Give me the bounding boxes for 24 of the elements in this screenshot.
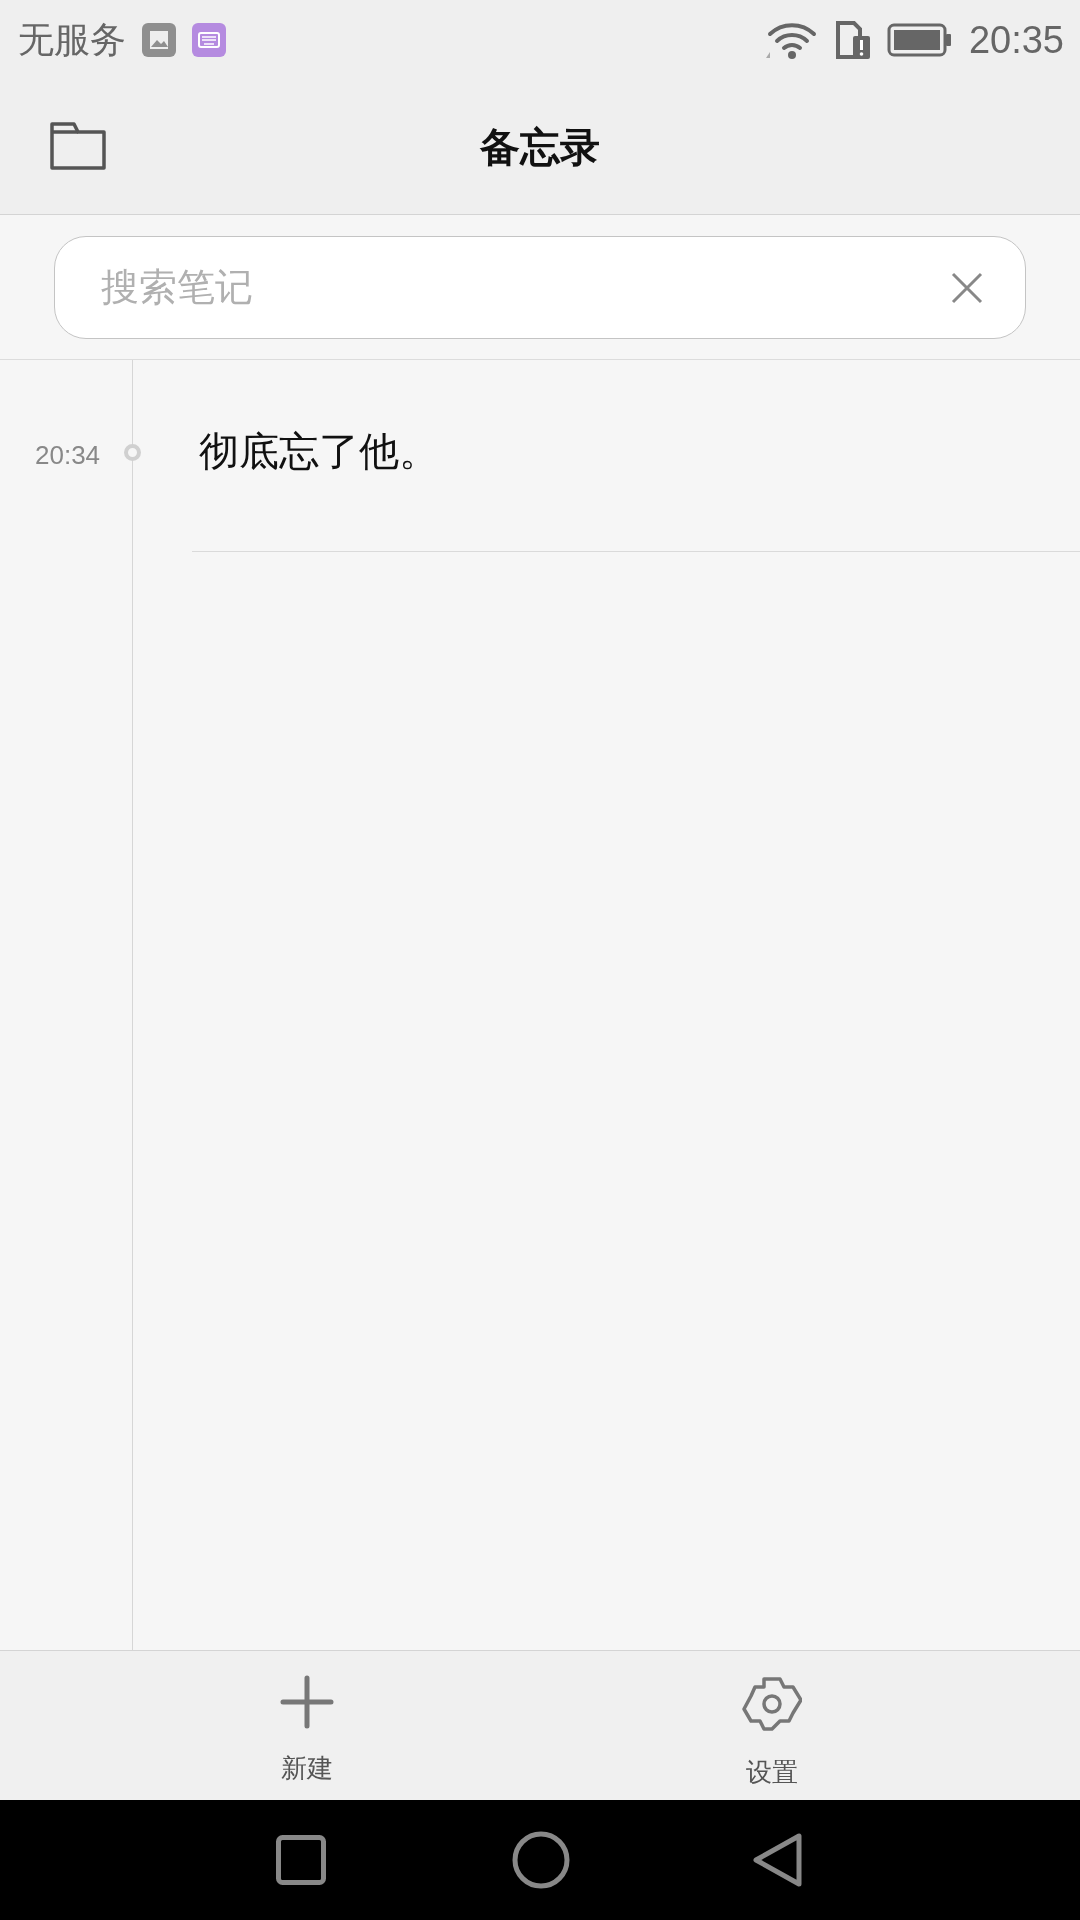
circle-icon	[512, 1831, 570, 1889]
square-icon	[276, 1835, 326, 1885]
search-field[interactable]: 搜索笔记	[54, 235, 1026, 339]
app-title: 备忘录	[480, 122, 600, 172]
keyboard-icon	[192, 23, 226, 57]
recents-button[interactable]	[276, 1835, 326, 1885]
settings-icon	[742, 1675, 802, 1733]
new-button[interactable]: 新建	[207, 1651, 407, 1800]
battery-icon	[886, 23, 953, 57]
sim-alert-icon	[834, 20, 871, 60]
folder-icon	[50, 122, 106, 170]
back-button[interactable]	[752, 1832, 804, 1888]
note-time: 20:34	[35, 440, 101, 471]
plus-icon	[280, 1675, 334, 1729]
settings-button[interactable]: 设置	[672, 1651, 872, 1800]
wifi-icon	[764, 20, 819, 60]
timeline-dot	[124, 444, 141, 461]
note-item[interactable]: 彻底忘了他。	[192, 360, 1080, 552]
image-icon	[142, 23, 176, 57]
back-icon	[752, 1832, 804, 1888]
clock: 20:35	[968, 18, 1064, 62]
close-icon	[950, 270, 984, 305]
carrier-label: 无服务	[18, 17, 126, 62]
home-button[interactable]	[512, 1831, 570, 1889]
